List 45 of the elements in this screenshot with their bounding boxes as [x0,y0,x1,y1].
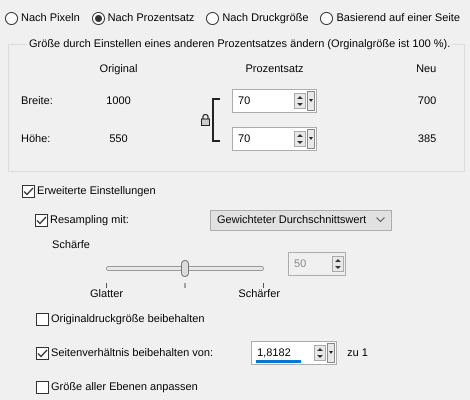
original-value: 1000 [106,95,131,107]
checkbox[interactable] [36,312,49,326]
column-header: Prozentsatz [245,63,304,75]
resampling-dropdown[interactable]: Gewichteter Durchschnittswert [210,210,392,230]
max-label: Schärfer [238,288,280,300]
radio-button[interactable] [320,12,334,24]
lock-icon[interactable] [201,114,210,126]
checkbox-label[interactable]: Seitenverhältnis beibehalten von: [36,346,214,360]
radio-label: Nach Pixeln [21,12,80,24]
checkbox-label[interactable]: Größe aller Ebenen anpassen [36,380,198,394]
column-header: Neu [416,63,438,75]
radio-label: Basierend auf einer Seite [336,12,460,24]
radio-button[interactable] [5,12,18,24]
original-value: 550 [109,133,128,145]
checkbox-label[interactable]: Resampling mit: [35,214,129,226]
radio-button[interactable] [92,12,105,24]
ratio-field[interactable]: 1,8182 [251,341,338,365]
percent-field[interactable]: 70 [232,89,317,113]
spin-arrows-icon[interactable] [294,131,306,147]
new-value: 385 [418,133,438,145]
dropdown-button[interactable] [307,129,315,149]
link-bracket [212,98,220,142]
percent-field[interactable]: 70 [232,127,317,151]
chevron-down-icon [376,217,385,223]
group-title: Größe durch Einstellen eines anderen Prozentsatzes ändern (Orginalgröße ist 100 %). [28,38,452,50]
min-label: Glatter [90,288,124,300]
checkbox[interactable] [36,380,49,394]
checkbox[interactable] [22,184,35,198]
radio-label: Nach Prozentsatz [108,12,194,24]
ratio-suffix: zu 1 [347,347,368,359]
checkbox-label[interactable]: Erweiterte Einstellungen [22,184,156,198]
new-value: 700 [418,95,438,107]
checkbox[interactable] [36,346,49,360]
row-label: Höhe: [21,133,52,145]
spin-arrows-icon[interactable] [294,93,306,109]
checkbox[interactable] [35,214,48,226]
slider-label: Schärfe [52,239,90,251]
dropdown-button[interactable] [307,91,315,111]
row-label: Breite: [21,95,54,107]
dropdown-button[interactable] [327,343,336,363]
column-header: Original [100,63,138,75]
checkbox-label[interactable]: Originaldruckgröße beibehalten [36,312,204,326]
spin-arrows-icon[interactable] [314,345,326,361]
radio-button[interactable] [206,12,220,24]
radio-label: Nach Druckgröße [222,12,309,24]
